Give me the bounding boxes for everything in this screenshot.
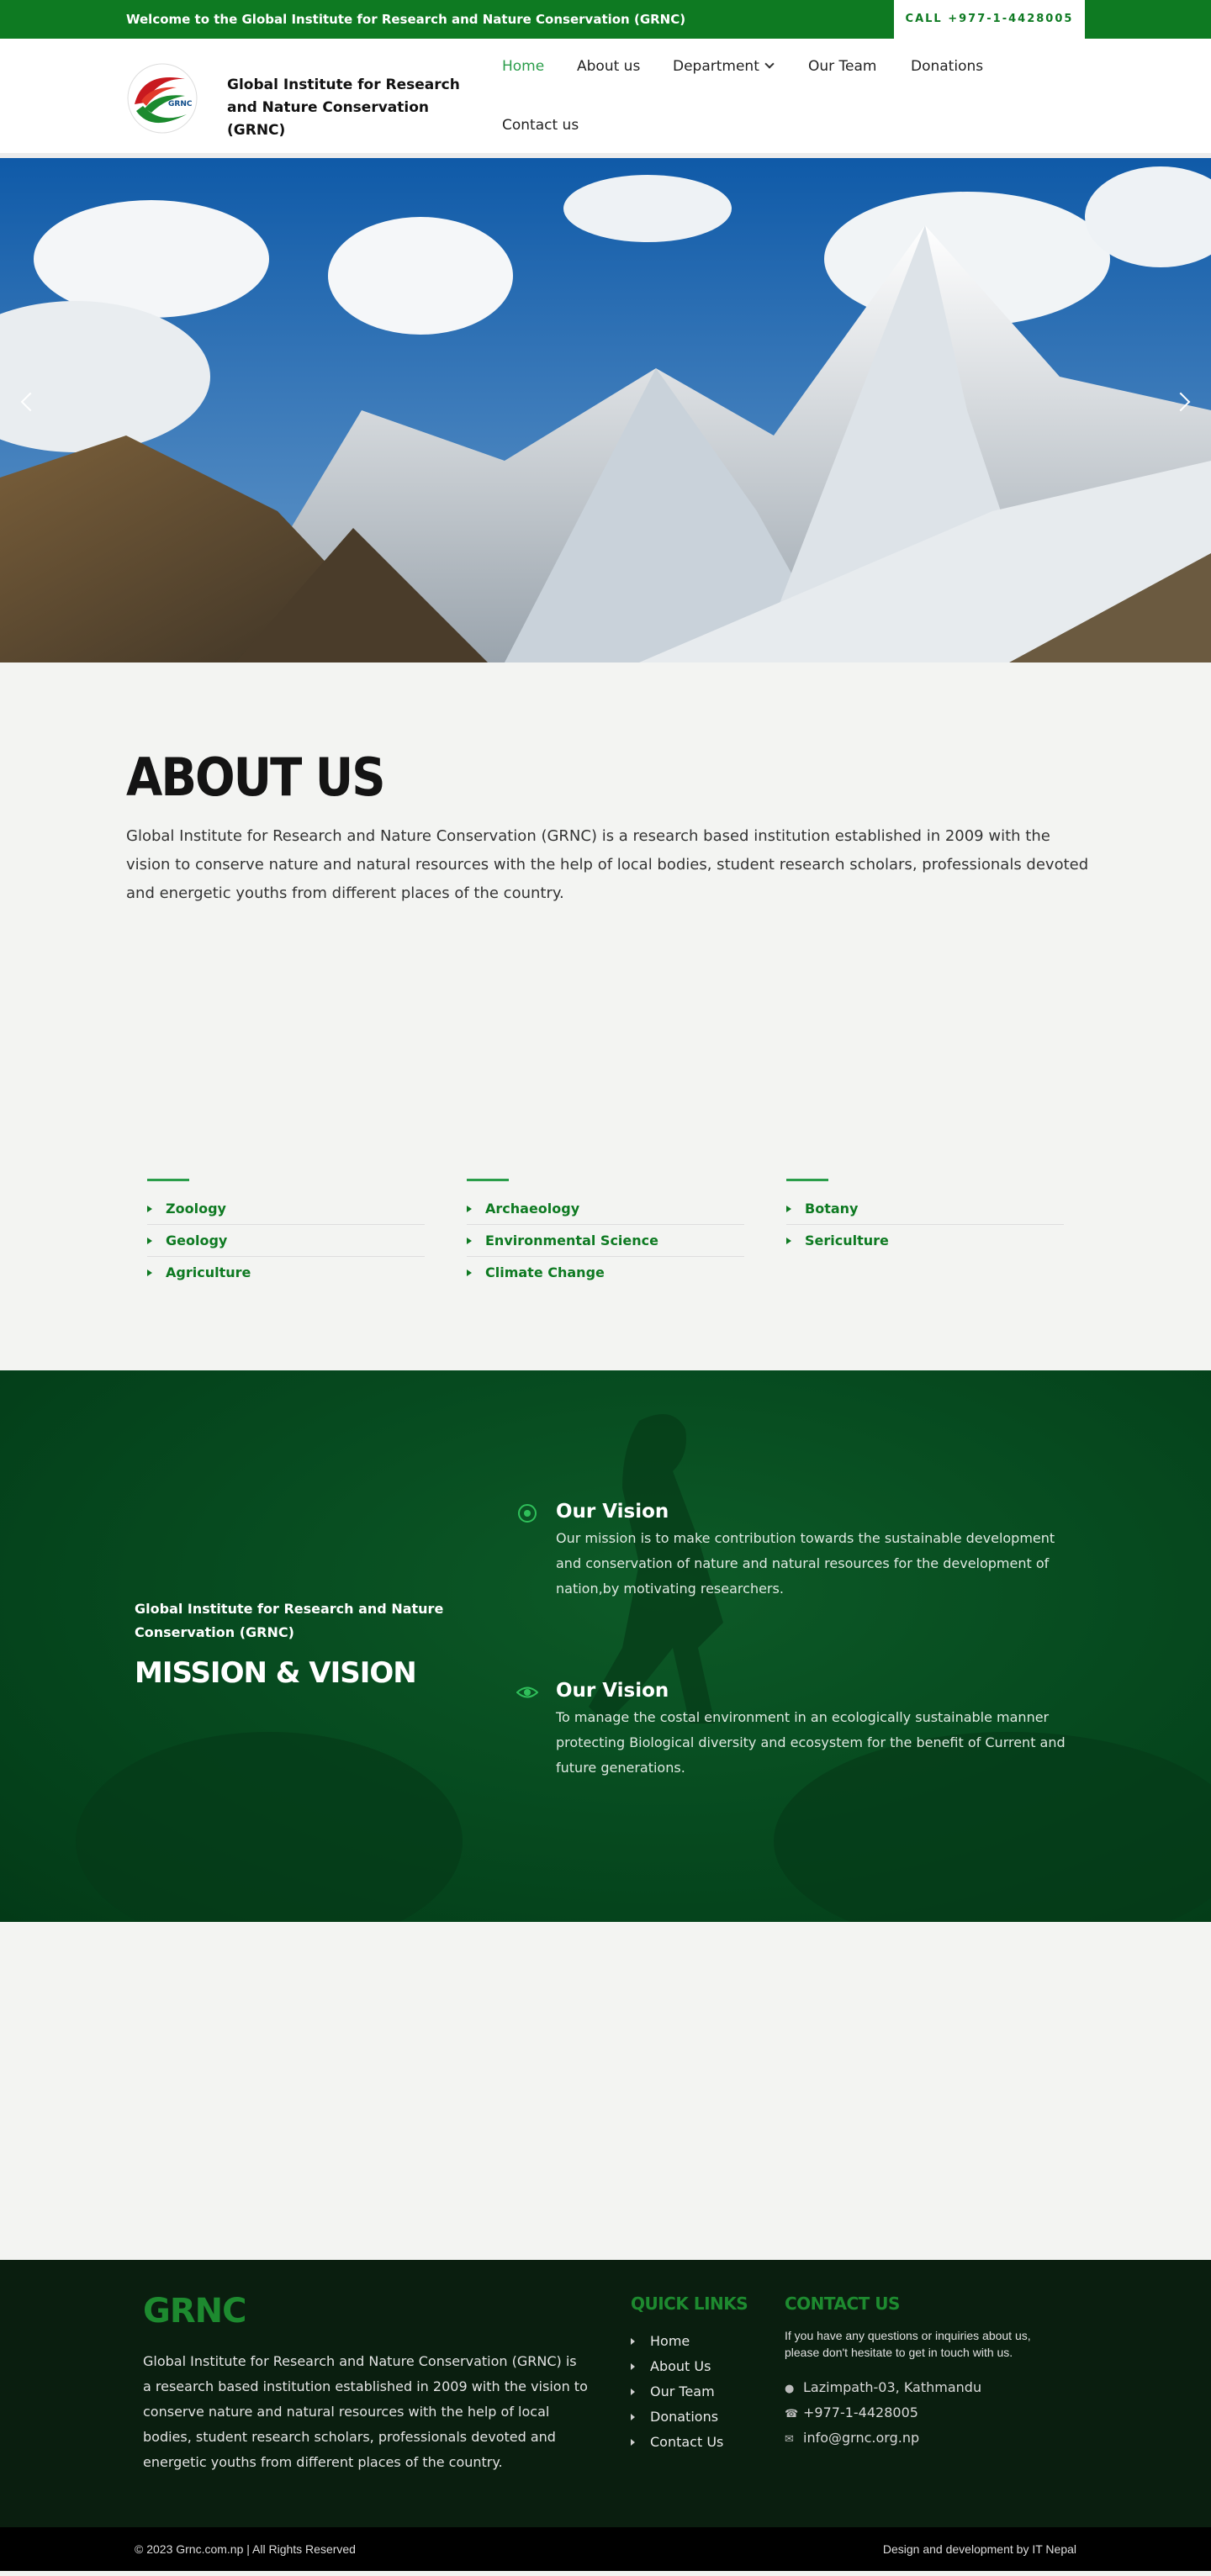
vision-text: To manage the costal environment in an e… [556, 1709, 1066, 1776]
department-link[interactable]: Agriculture [147, 1257, 425, 1289]
phone-text: +977-1-4428005 [803, 2404, 918, 2420]
brand-name[interactable]: Global Institute for Research and Nature… [227, 74, 479, 142]
slider-prev-button[interactable] [12, 385, 45, 419]
column-divider [786, 1179, 828, 1181]
bottom-bar: © 2023 Grnc.com.np | All Rights Reserved… [0, 2527, 1211, 2571]
copyright-text: © 2023 Grnc.com.np | All Rights Reserved [135, 2542, 356, 2556]
nav-our-team[interactable]: Our Team [808, 58, 876, 75]
email-text: info@grnc.org.np [803, 2430, 920, 2446]
slider-next-button[interactable] [1166, 385, 1199, 419]
target-icon [518, 1504, 537, 1523]
site-footer: GRNC Global Institute for Research and N… [0, 2260, 1211, 2527]
mission-org-name: Global Institute for Research and Nature… [135, 1601, 444, 1640]
quick-links-list: Home About Us Our Team Donations Contact… [631, 2329, 723, 2455]
vision-title: Our Vision [556, 1501, 669, 1523]
quick-link[interactable]: Donations [631, 2404, 723, 2430]
contact-email[interactable]: ✉ info@grnc.org.np [785, 2430, 919, 2446]
about-section: ABOUT US Global Institute for Research a… [0, 662, 1211, 1370]
about-text: Global Institute for Research and Nature… [126, 827, 1089, 902]
quick-link[interactable]: Home [631, 2329, 723, 2354]
quick-link[interactable]: About Us [631, 2354, 723, 2379]
nav-home[interactable]: Home [502, 58, 544, 75]
empty-section [0, 1922, 1211, 2260]
map-pin-icon: ● [785, 2383, 795, 2395]
department-link[interactable]: Climate Change [467, 1257, 744, 1289]
welcome-text: Welcome to the Global Institute for Rese… [126, 12, 686, 27]
department-link[interactable]: Environmental Science [467, 1225, 744, 1257]
envelope-icon: ✉ [785, 2433, 794, 2446]
department-column: Archaeology Environmental Science Climat… [467, 1179, 744, 1289]
design-credit[interactable]: Design and development by IT Nepal [883, 2527, 1076, 2571]
nav-contact[interactable]: Contact us [502, 117, 579, 134]
top-bar: Welcome to the Global Institute for Rese… [0, 0, 1211, 39]
department-link[interactable]: Archaeology [467, 1193, 744, 1225]
grnc-logo-icon[interactable]: GRNC [126, 62, 198, 135]
department-link[interactable]: Botany [786, 1193, 1064, 1225]
column-divider [467, 1179, 509, 1181]
department-link[interactable]: Geology [147, 1225, 425, 1257]
mountain-image [0, 158, 1211, 662]
logo-lettering: GRNC [168, 100, 193, 108]
chevron-down-icon [764, 59, 775, 69]
vision-title: Our Vision [556, 1680, 669, 1702]
department-column: Botany Sericulture [786, 1179, 1064, 1257]
vision-item: Our Vision Our mission is to make contri… [516, 1501, 1071, 1602]
nav-donations[interactable]: Donations [911, 58, 983, 75]
footer-logo[interactable]: GRNC [143, 2292, 246, 2331]
vision-text: Our mission is to make contribution towa… [556, 1530, 1055, 1597]
nav-department-label: Department [673, 58, 759, 75]
nav-department[interactable]: Department [673, 58, 775, 75]
chevron-right-icon [1171, 392, 1191, 412]
department-link[interactable]: Sericulture [786, 1225, 1064, 1257]
contact-phone[interactable]: ☎ +977-1-4428005 [785, 2404, 918, 2420]
hero-slider [0, 158, 1211, 662]
chevron-left-icon [20, 392, 40, 412]
mission-vision-section: Global Institute for Research and Nature… [0, 1370, 1211, 1922]
about-title: ABOUT US [126, 747, 386, 809]
quick-link[interactable]: Our Team [631, 2379, 723, 2404]
contact-title: CONTACT US [785, 2294, 900, 2314]
contact-intro: If you have any questions or inquiries a… [785, 2329, 1031, 2359]
quick-link[interactable]: Contact Us [631, 2430, 723, 2455]
address-text: Lazimpath-03, Kathmandu [803, 2379, 982, 2395]
department-column: Zoology Geology Agriculture [147, 1179, 425, 1289]
department-link[interactable]: Zoology [147, 1193, 425, 1225]
site-header: GRNC Global Institute for Research and N… [0, 39, 1211, 158]
column-divider [147, 1179, 189, 1181]
call-button[interactable]: CALL +977-1-4428005 [894, 0, 1085, 39]
vision-item: Our Vision To manage the costal environm… [516, 1680, 1071, 1781]
footer-description: Global Institute for Research and Nature… [143, 2353, 588, 2470]
nav-about[interactable]: About us [577, 58, 640, 75]
contact-address: ● Lazimpath-03, Kathmandu [785, 2379, 981, 2395]
eye-icon [516, 1687, 538, 1698]
hiker-background-image [76, 1414, 1211, 1922]
quick-links-title: QUICK LINKS [631, 2294, 748, 2314]
mission-title: MISSION & VISION [135, 1656, 417, 1690]
phone-icon: ☎ [785, 2408, 799, 2420]
